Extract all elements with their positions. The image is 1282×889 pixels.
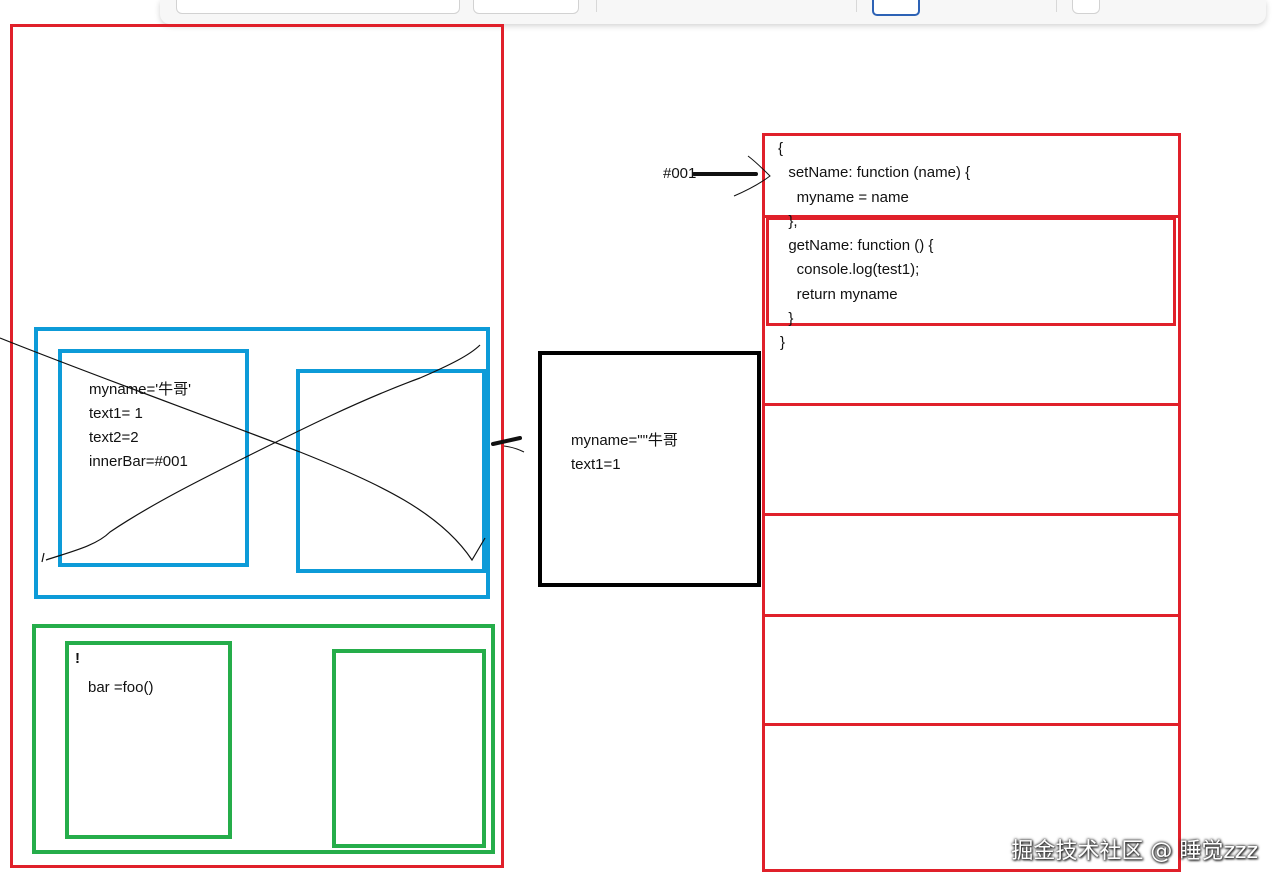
hand-drawn-strokes [0,155,771,563]
watermark: 掘金技术社区 @ 睡觉zzz [1011,839,1258,864]
cross-out-stroke [41,344,481,563]
arrow-head [503,445,525,453]
cross-out-stroke [0,337,486,562]
arrow-to-closure [491,436,522,446]
